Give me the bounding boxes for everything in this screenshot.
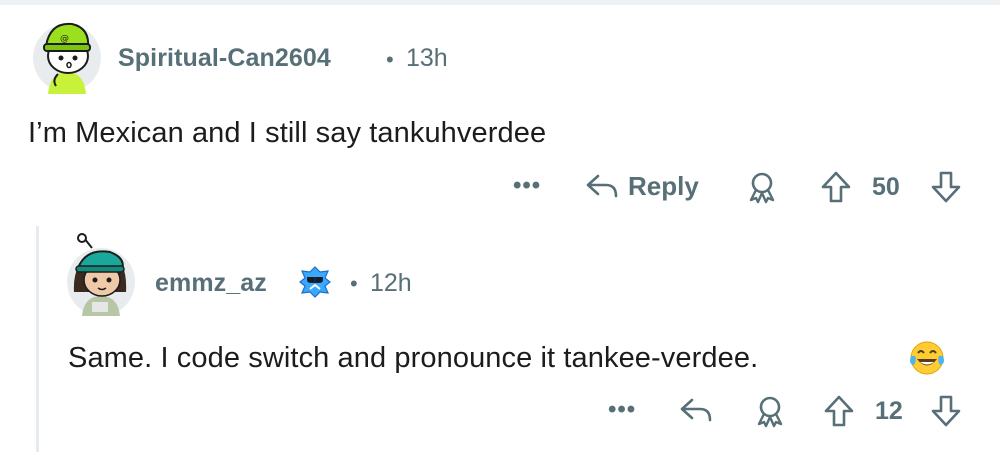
award-icon	[749, 172, 775, 204]
reply-button[interactable]: Reply	[584, 170, 699, 202]
upvote-arrow-icon	[824, 395, 854, 427]
meta-separator: •	[386, 47, 394, 72]
thread-line[interactable]	[36, 226, 39, 452]
more-options-button[interactable]: •••	[513, 172, 541, 200]
upvote-button[interactable]	[823, 394, 855, 428]
reply-arrow-icon	[680, 398, 712, 422]
downvote-arrow-icon	[931, 395, 961, 427]
reply-username[interactable]: emmz_az	[155, 269, 267, 298]
award-button[interactable]	[745, 170, 779, 204]
face-with-tears-of-joy-emoji	[910, 341, 944, 375]
reply-arrow-icon	[586, 174, 618, 198]
achievement-badge-icon	[299, 266, 331, 298]
downvote-button[interactable]	[930, 170, 962, 204]
award-button[interactable]	[753, 394, 787, 428]
downvote-arrow-icon	[931, 171, 961, 203]
more-options-button[interactable]: •••	[608, 396, 636, 424]
reply-button[interactable]	[678, 394, 714, 426]
avatar[interactable]	[62, 232, 140, 316]
snoo-avatar-icon	[67, 233, 135, 316]
comment-body: I’m Mexican and I still say tankuhverdee	[28, 117, 547, 149]
upvote-arrow-icon	[821, 171, 851, 203]
comment-thread: @ Spiritual-Can2604 • 13h I’m Mexican an…	[0, 0, 1000, 452]
vote-count: 12	[875, 397, 903, 425]
award-icon	[757, 396, 783, 428]
vote-count: 50	[872, 173, 900, 201]
comment-username[interactable]: Spiritual-Can2604	[118, 44, 331, 73]
upvote-button[interactable]	[820, 170, 852, 204]
avatar[interactable]: @	[28, 10, 106, 94]
reply-body: Same. I code switch and pronounce it tan…	[68, 342, 759, 374]
reply-label: Reply	[628, 170, 699, 201]
downvote-button[interactable]	[930, 394, 962, 428]
snoo-avatar-icon: @	[33, 22, 101, 94]
comment-timestamp: 13h	[406, 44, 448, 72]
meta-separator: •	[350, 271, 358, 296]
svg-text:@: @	[60, 34, 69, 44]
top-divider	[0, 0, 1000, 5]
reply-timestamp: 12h	[370, 269, 412, 297]
